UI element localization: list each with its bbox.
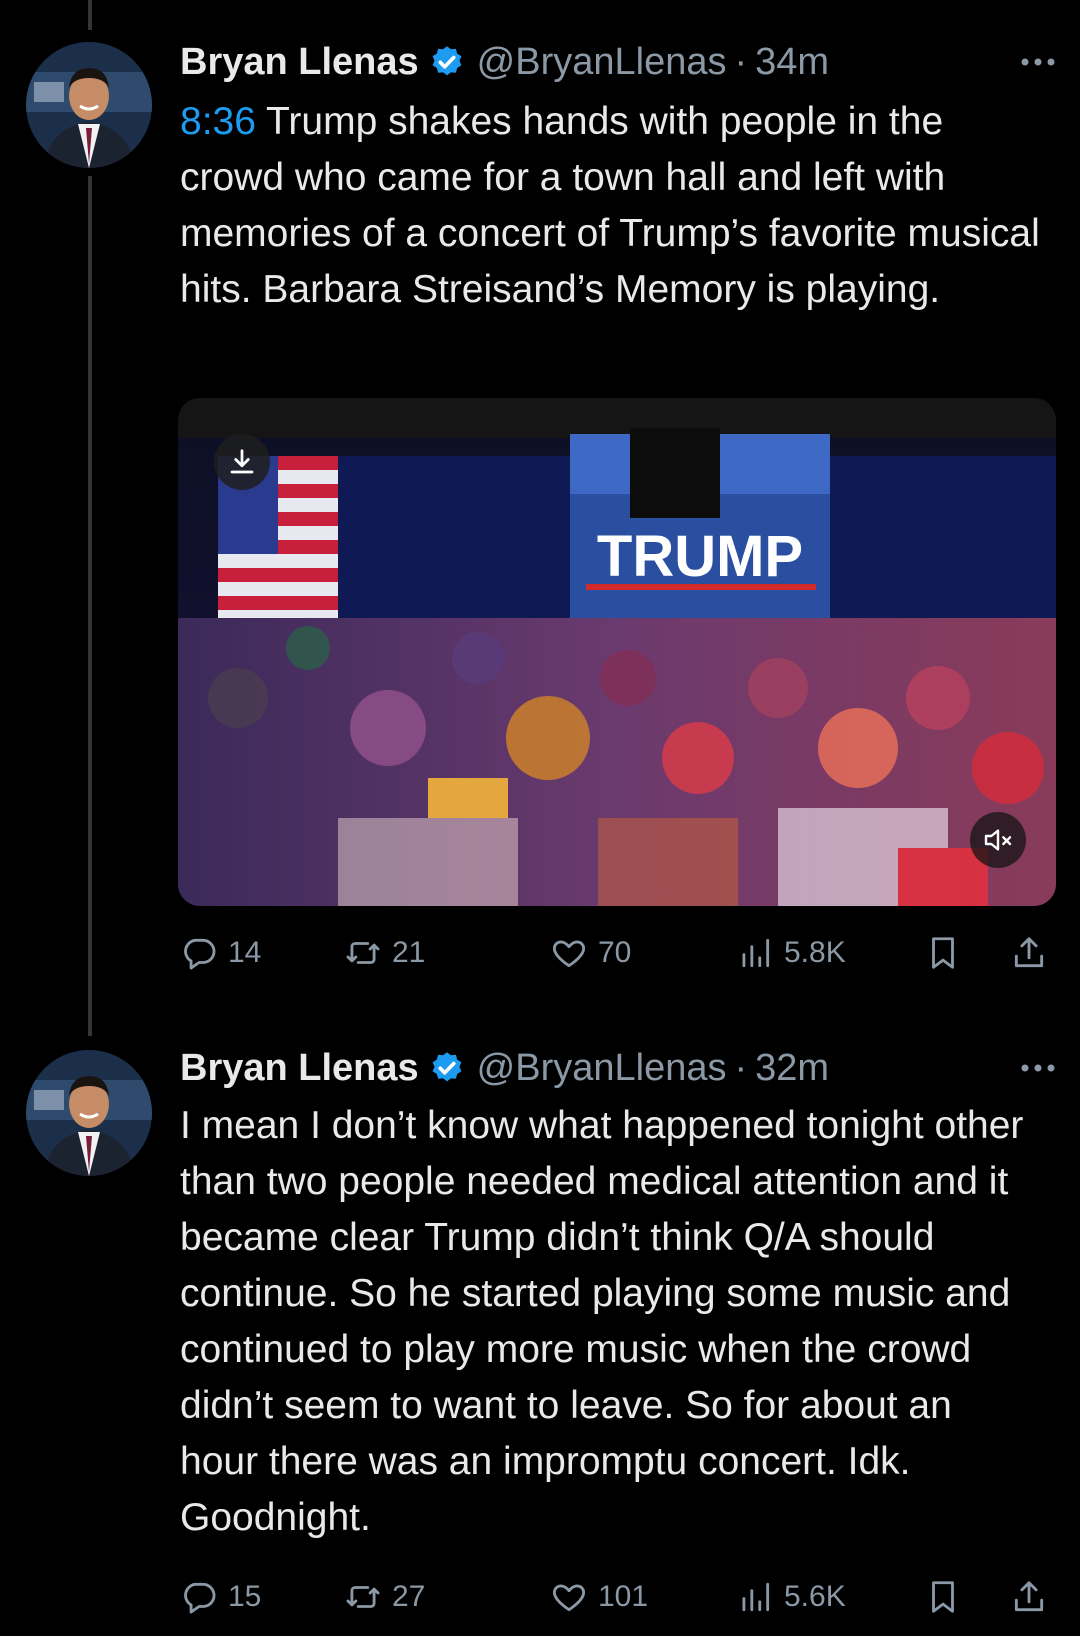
repost-button[interactable]: 27 <box>344 1572 425 1622</box>
action-bar: 14 21 70 5.8K <box>180 928 1050 978</box>
share-button[interactable] <box>1010 928 1058 978</box>
views-count: 5.8K <box>784 936 846 969</box>
bookmark-button[interactable] <box>924 928 972 978</box>
post-time[interactable]: 34m <box>755 34 829 90</box>
stage-screen: TRUMP <box>570 428 830 634</box>
reply-icon <box>184 1582 216 1614</box>
avatar[interactable] <box>26 42 152 168</box>
like-button[interactable]: 70 <box>550 928 631 978</box>
separator-dot: · <box>734 41 748 83</box>
author-handle[interactable]: @BryanLlenas <box>477 1040 727 1096</box>
repost-count: 27 <box>392 1580 426 1613</box>
thread-line-top <box>88 0 92 30</box>
like-icon <box>552 940 586 968</box>
thread-line-connector <box>88 176 92 1036</box>
mute-button[interactable] <box>970 812 1026 868</box>
views-icon <box>742 938 770 968</box>
action-bar: 15 27 101 5.6K <box>180 1572 1050 1622</box>
video-timestamp-link[interactable]: 8:36 <box>180 100 256 143</box>
share-icon <box>1014 937 1044 968</box>
like-count: 101 <box>598 1580 649 1613</box>
mute-icon <box>984 829 1012 851</box>
repost-button[interactable]: 21 <box>344 928 425 978</box>
repost-icon <box>346 942 380 964</box>
views-button[interactable]: 5.6K <box>736 1572 846 1622</box>
tweet-header: Bryan Llenas @BryanLlenas · 34m <box>180 34 1060 90</box>
tweet-header: Bryan Llenas @BryanLlenas · 32m <box>180 1040 1060 1096</box>
video-frame: TRUMP <box>178 398 1056 906</box>
download-icon <box>230 449 254 474</box>
reply-count: 14 <box>228 936 262 969</box>
reply-count: 15 <box>228 1580 262 1613</box>
screen-text: TRUMP <box>597 524 803 589</box>
bookmark-icon <box>932 1581 954 1613</box>
views-icon <box>742 1582 770 1612</box>
separator-dot: · <box>734 1047 748 1089</box>
like-button[interactable]: 101 <box>550 1572 648 1622</box>
like-icon <box>552 1584 586 1612</box>
bookmark-icon <box>932 937 954 969</box>
video-player[interactable]: TRUMP <box>178 398 1056 906</box>
views-count: 5.6K <box>784 1580 846 1613</box>
views-button[interactable]: 5.8K <box>736 928 846 978</box>
author-name[interactable]: Bryan Llenas <box>180 34 419 90</box>
post-time[interactable]: 32m <box>755 1040 829 1096</box>
avatar-photo <box>26 42 152 168</box>
reply-button[interactable]: 14 <box>180 928 261 978</box>
repost-icon <box>346 1586 380 1608</box>
share-button[interactable] <box>1010 1572 1058 1622</box>
tweet-body: Trump shakes hands with people in the cr… <box>180 100 1040 311</box>
bookmark-button[interactable] <box>924 1572 972 1622</box>
reply-button[interactable]: 15 <box>180 1572 261 1622</box>
more-options-icon[interactable] <box>1020 57 1056 67</box>
verified-badge-icon <box>429 44 465 80</box>
author-name[interactable]: Bryan Llenas <box>180 1040 419 1096</box>
repost-count: 21 <box>392 936 426 969</box>
reply-icon <box>184 938 216 970</box>
download-button[interactable] <box>214 434 270 490</box>
share-icon <box>1014 1581 1044 1612</box>
verified-badge-icon <box>429 1050 465 1086</box>
avatar[interactable] <box>26 1050 152 1176</box>
tweet-text: I mean I don’t know what happened tonigh… <box>180 1098 1040 1546</box>
author-handle[interactable]: @BryanLlenas <box>477 34 727 90</box>
avatar-photo <box>26 1050 152 1176</box>
like-count: 70 <box>598 936 632 969</box>
tweet-body: I mean I don’t know what happened tonigh… <box>180 1104 1024 1539</box>
tweet-text: 8:36 Trump shakes hands with people in t… <box>180 94 1040 318</box>
more-options-icon[interactable] <box>1020 1063 1056 1073</box>
